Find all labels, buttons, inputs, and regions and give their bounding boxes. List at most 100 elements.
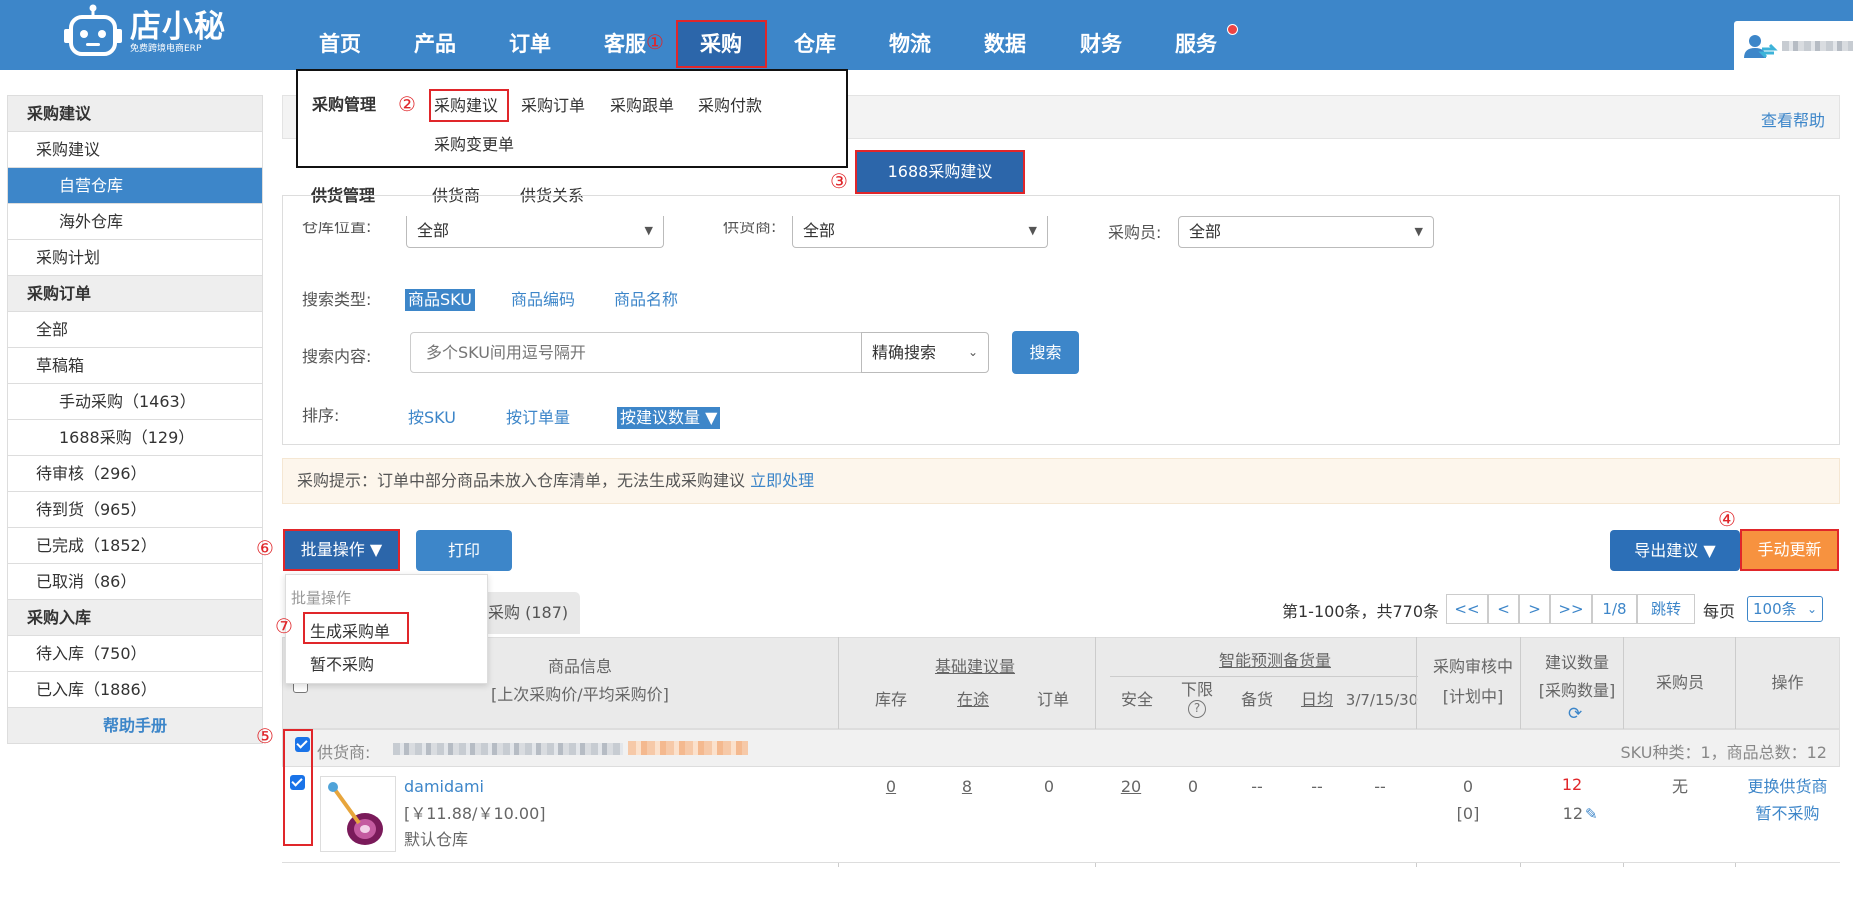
supplier-select[interactable]: 全部▼ bbox=[792, 216, 1048, 248]
edit-icon[interactable]: ✎ bbox=[1585, 805, 1598, 823]
cell-suggest: 12 bbox=[1547, 774, 1597, 796]
nav-products[interactable]: 产品 bbox=[414, 29, 456, 59]
step-6-marker: ⑥ bbox=[256, 537, 274, 559]
op-skip-purchase[interactable]: 暂不采购 bbox=[1740, 803, 1835, 825]
header-divider bbox=[1110, 676, 1418, 677]
page-prev[interactable]: < bbox=[1488, 594, 1519, 624]
sidebar-item-plan[interactable]: 采购计划 bbox=[8, 240, 262, 276]
sort-by-orders[interactable]: 按订单量 bbox=[506, 407, 570, 429]
buyer-label: 采购员: bbox=[1108, 222, 1161, 244]
cell-review: 0 bbox=[1443, 776, 1493, 798]
per-page-select[interactable]: 100条⌄ bbox=[1747, 596, 1823, 622]
submenu-item-suggestion[interactable]: 采购建议 bbox=[434, 95, 498, 117]
nav-purchase[interactable]: 采购 bbox=[700, 29, 742, 59]
cell-periods: -- bbox=[1355, 776, 1405, 798]
sidebar-item-cancelled[interactable]: 已取消（86） bbox=[8, 564, 262, 600]
bulk-skip-purchase[interactable]: 暂不采购 bbox=[310, 651, 374, 675]
logo[interactable]: 店小秘 免费跨境电商ERP bbox=[62, 4, 226, 60]
chevron-down-icon: ▼ bbox=[645, 216, 653, 246]
top-navbar: 店小秘 免费跨境电商ERP 首页 产品 订单 客服 ① 采购 仓库 物流 数据 … bbox=[0, 0, 1853, 70]
page-indicator: 1/8 bbox=[1592, 594, 1637, 624]
search-type-name[interactable]: 商品名称 bbox=[614, 289, 678, 311]
sidebar-item-inbound-done[interactable]: 已入库（1886） bbox=[8, 672, 262, 708]
sidebar-head-inbound: 采购入库 bbox=[8, 600, 262, 636]
submenu-item-payment[interactable]: 采购付款 bbox=[698, 95, 762, 117]
sidebar-item-suggestion[interactable]: 采购建议 bbox=[8, 132, 262, 168]
tip-handle-link[interactable]: 立即处理 bbox=[750, 471, 814, 490]
nav-finance[interactable]: 财务 bbox=[1080, 29, 1122, 59]
warehouse-select-value: 全部 bbox=[417, 221, 449, 240]
sidebar-item-pending-arrival[interactable]: 待到货（965） bbox=[8, 492, 262, 528]
group-summary: SKU种类：1，商品总数：12 bbox=[1621, 739, 1827, 763]
pagination-summary: 第1-100条，共770条 bbox=[1282, 598, 1439, 622]
nav-home[interactable]: 首页 bbox=[319, 29, 361, 59]
sidebar-item-manual[interactable]: 手动采购（1463） bbox=[8, 384, 262, 420]
sidebar-item-all[interactable]: 全部 bbox=[8, 312, 262, 348]
nav-orders[interactable]: 订单 bbox=[509, 29, 551, 59]
sidebar-item-pending-inbound[interactable]: 待入库（750） bbox=[8, 636, 262, 672]
product-warehouse: 默认仓库 bbox=[404, 829, 468, 851]
page-jump[interactable]: 跳转 bbox=[1637, 594, 1695, 624]
product-price: [￥11.88/￥10.00] bbox=[404, 803, 546, 825]
match-mode-select[interactable]: 精确搜索⌄ bbox=[861, 332, 989, 373]
search-type-code[interactable]: 商品编码 bbox=[511, 289, 575, 311]
step-2-marker: ② bbox=[398, 93, 416, 115]
help-link[interactable]: 查看帮助 bbox=[1761, 107, 1825, 131]
cell-orders: 0 bbox=[1024, 776, 1074, 798]
nav-services[interactable]: 服务 bbox=[1175, 29, 1217, 59]
page-first[interactable]: << bbox=[1446, 594, 1488, 624]
buyer-select[interactable]: 全部▼ bbox=[1178, 216, 1434, 248]
nav-service[interactable]: 客服 bbox=[604, 29, 646, 59]
search-button[interactable]: 搜索 bbox=[1012, 331, 1079, 374]
cell-transit[interactable]: 8 bbox=[942, 776, 992, 798]
sidebar-item-overseas-warehouse[interactable]: 海外仓库 bbox=[8, 204, 262, 240]
cell-stock[interactable]: 0 bbox=[866, 776, 916, 798]
bulk-actions-button[interactable]: 批量操作 ▼ bbox=[283, 529, 400, 571]
submenu-item-orders[interactable]: 采购订单 bbox=[521, 95, 585, 117]
refresh-icon[interactable]: ⟳ bbox=[1568, 704, 1582, 724]
nav-warehouse[interactable]: 仓库 bbox=[794, 29, 836, 59]
col-product-info-sub: [上次采购价/平均采购价] bbox=[465, 684, 695, 706]
submenu-item-tracking[interactable]: 采购跟单 bbox=[610, 95, 674, 117]
col-lower: 下限 bbox=[1172, 679, 1222, 701]
op-change-supplier[interactable]: 更换供货商 bbox=[1740, 776, 1835, 798]
sidebar-item-own-warehouse[interactable]: 自营仓库 bbox=[8, 168, 262, 204]
notification-dot bbox=[1227, 24, 1238, 35]
highlight-checkboxes bbox=[283, 729, 313, 846]
user-account[interactable] bbox=[1734, 21, 1853, 70]
export-suggestion-button[interactable]: 导出建议 ▼ bbox=[1610, 530, 1740, 571]
logo-slogan: 免费跨境电商ERP bbox=[130, 44, 226, 55]
bulk-actions-menu: 批量操作 生成采购单 暂不采购 bbox=[285, 574, 488, 684]
nav-logistics[interactable]: 物流 bbox=[889, 29, 931, 59]
search-input[interactable] bbox=[410, 332, 862, 373]
submenu-item-change-order[interactable]: 采购变更单 bbox=[434, 134, 514, 156]
sidebar-item-1688[interactable]: 1688采购（129） bbox=[8, 420, 262, 456]
nav-data[interactable]: 数据 bbox=[984, 29, 1026, 59]
col-product-info: 商品信息 bbox=[490, 656, 670, 678]
manual-update-button[interactable]: 手动更新 bbox=[1740, 529, 1839, 571]
product-name-link[interactable]: damidami bbox=[404, 776, 484, 798]
page-last[interactable]: >> bbox=[1550, 594, 1592, 624]
supplier-name-blurred-orange bbox=[628, 741, 748, 755]
help-circle-icon[interactable]: ? bbox=[1188, 700, 1206, 718]
warehouse-select[interactable]: 全部 ▼ bbox=[406, 216, 664, 248]
sidebar-item-completed[interactable]: 已完成（1852） bbox=[8, 528, 262, 564]
search-type-sku[interactable]: 商品SKU bbox=[405, 289, 475, 311]
bulk-generate-order[interactable]: 生成采购单 bbox=[310, 618, 390, 642]
product-thumbnail[interactable] bbox=[320, 776, 396, 852]
supplier-label: 供货商: bbox=[723, 222, 776, 236]
sidebar-item-drafts[interactable]: 草稿箱 bbox=[8, 348, 262, 384]
sidebar-item-pending-review[interactable]: 待审核（296） bbox=[8, 456, 262, 492]
col-group-smart: 智能预测备货量 bbox=[1175, 650, 1375, 672]
sort-by-sku[interactable]: 按SKU bbox=[408, 407, 456, 429]
sort-by-suggestion[interactable]: 按建议数量 ▼ bbox=[617, 407, 720, 429]
print-button[interactable]: 打印 bbox=[416, 530, 512, 571]
page-next[interactable]: > bbox=[1519, 594, 1550, 624]
sidebar-help-manual[interactable]: 帮助手册 bbox=[8, 708, 262, 744]
product-image bbox=[321, 777, 395, 851]
robot-logo-icon bbox=[62, 4, 124, 60]
user-name-blurred bbox=[1782, 41, 1853, 51]
cell-safe[interactable]: 20 bbox=[1106, 776, 1156, 798]
btn-1688-suggestion[interactable]: 1688采购建议 bbox=[855, 150, 1025, 194]
purchase-tip: 采购提示：订单中部分商品未放入仓库清单，无法生成采购建议 立即处理 bbox=[282, 458, 1840, 504]
